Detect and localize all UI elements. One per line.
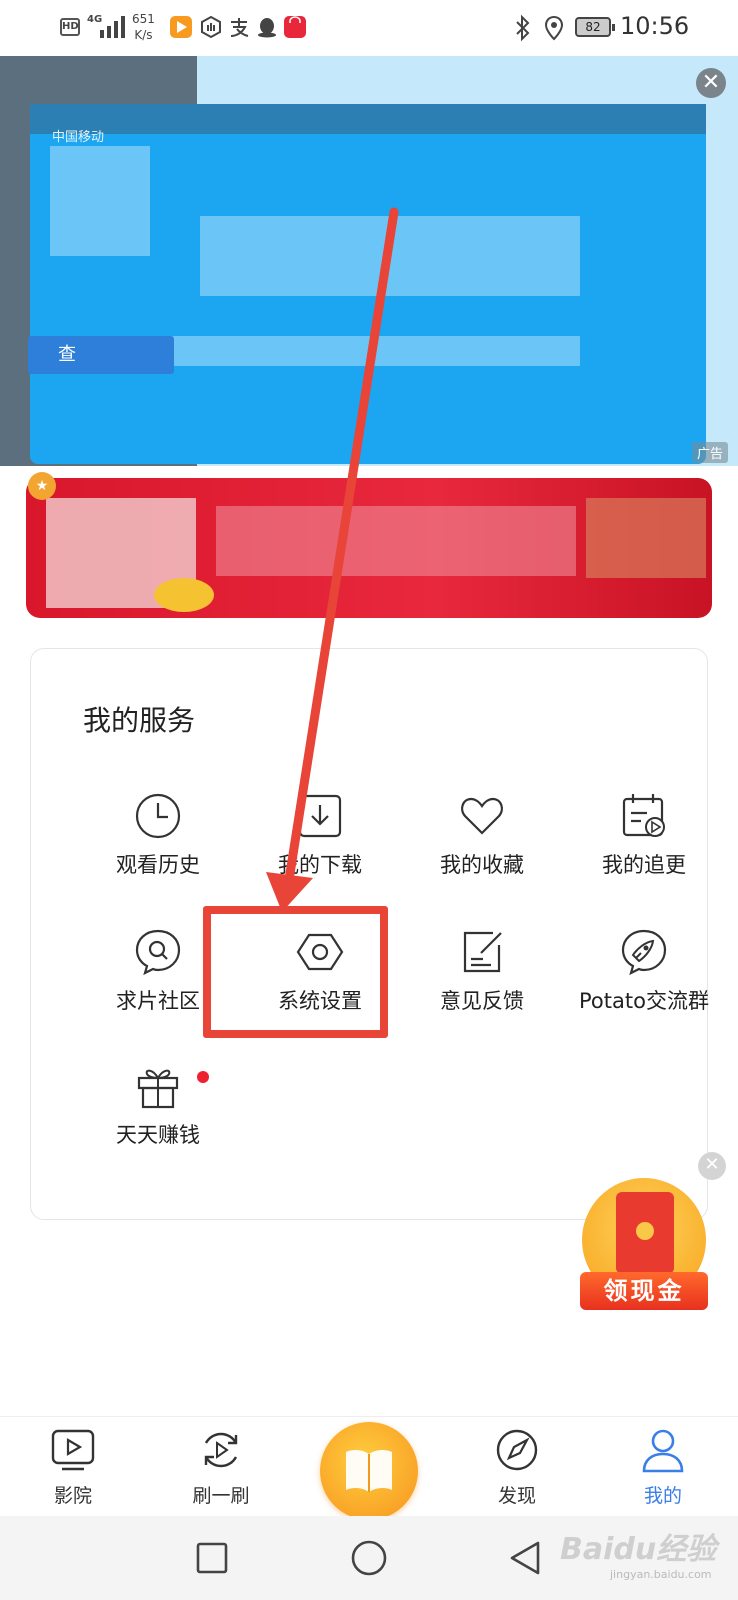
packet-close-button[interactable]: ✕ (698, 1152, 726, 1180)
signal-icon (100, 16, 125, 38)
service-feedback[interactable]: 意见反馈 (397, 927, 567, 1037)
nav-cinema[interactable]: 影院 (18, 1427, 128, 1511)
coin-icon (154, 578, 214, 612)
ad-banner[interactable]: 中国移动 查 ✕ 广告 (0, 56, 738, 466)
huawei-store-icon (284, 16, 306, 38)
status-bar: HD 4G 651 K/s 82 10:56 (0, 0, 738, 56)
compass-icon (496, 1429, 538, 1471)
banner-pixelated-block (216, 506, 576, 576)
cash-reward-button[interactable]: 领现金 (580, 1178, 708, 1312)
nav-book-button[interactable] (320, 1422, 418, 1520)
service-label: 意见反馈 (440, 989, 524, 1013)
service-daily-earn[interactable]: 天天赚钱 (73, 1061, 243, 1171)
nav-label: 发现 (497, 1485, 536, 1507)
promo-banner[interactable] (26, 478, 712, 618)
bluetooth-icon (516, 14, 530, 42)
nav-label: 影院 (53, 1485, 92, 1507)
qq-icon (258, 18, 276, 38)
rocket-chat-icon (621, 929, 667, 976)
service-label: 我的下载 (278, 853, 362, 877)
watermark-logo: Baidu经验 (560, 1532, 717, 1567)
net-speed-value: 651 (132, 12, 155, 26)
location-icon (544, 15, 564, 41)
red-envelope-icon (616, 1192, 674, 1274)
service-my-downloads[interactable]: 我的下载 (235, 791, 405, 901)
nav-label: 我的 (643, 1485, 682, 1507)
service-my-favorites[interactable]: 我的收藏 (397, 791, 567, 901)
video-app-icon (170, 16, 192, 38)
cash-reward-label: 领现金 (580, 1272, 708, 1310)
net-speed: 651 K/s (132, 11, 155, 43)
ad-label: 广告 (691, 442, 728, 463)
ad-brand: 中国移动 (52, 130, 105, 145)
clock: 10:56 (620, 12, 690, 40)
service-potato-group[interactable]: Potato交流群 (559, 927, 729, 1037)
banner-pixelated-block (586, 498, 706, 578)
recent-apps-icon[interactable] (192, 1538, 232, 1578)
person-icon (642, 1429, 684, 1473)
alipay-icon (230, 18, 249, 37)
search-chat-icon (135, 929, 181, 976)
service-label: 天天赚钱 (116, 1123, 200, 1147)
highlight-box (203, 906, 388, 1038)
nav-label: 刷一刷 (192, 1485, 250, 1507)
ad-pixelated-block (200, 216, 580, 296)
star-badge-icon: ★ (28, 472, 56, 500)
open-book-icon (346, 1449, 392, 1492)
download-icon (298, 794, 342, 838)
ad-query-button[interactable]: 查 (28, 336, 174, 374)
hand-app-icon (201, 16, 221, 38)
ad-close-button[interactable]: ✕ (696, 68, 726, 98)
calendar-play-icon (622, 794, 665, 837)
watermark-url: jingyan.baidu.com (610, 1568, 712, 1581)
service-label: 我的收藏 (440, 853, 524, 877)
gift-icon (137, 1069, 179, 1109)
nav-mine[interactable]: 我的 (608, 1427, 718, 1511)
clock-icon (135, 793, 181, 839)
refresh-play-icon (204, 1432, 238, 1468)
play-screen-icon (51, 1429, 95, 1471)
feedback-edit-icon (463, 931, 502, 973)
service-label: Potato交流群 (579, 989, 709, 1013)
nav-swipe[interactable]: 刷一刷 (166, 1427, 276, 1511)
back-icon[interactable] (506, 1538, 546, 1578)
battery-level: 82 (575, 17, 615, 37)
service-watch-history[interactable]: 观看历史 (73, 791, 243, 901)
service-label: 我的追更 (602, 853, 686, 877)
service-my-follows[interactable]: 我的追更 (559, 791, 729, 901)
notification-dot (197, 1071, 209, 1083)
service-label: 观看历史 (116, 853, 200, 877)
net-speed-unit: K/s (134, 28, 153, 42)
services-title: 我的服务 (83, 704, 196, 737)
nav-discover[interactable]: 发现 (462, 1427, 572, 1511)
ad-pixelated-block (50, 146, 150, 256)
ad-card-header (30, 104, 706, 134)
heart-icon (461, 797, 503, 835)
home-icon[interactable] (349, 1538, 389, 1578)
hd-indicator: HD (60, 18, 80, 36)
